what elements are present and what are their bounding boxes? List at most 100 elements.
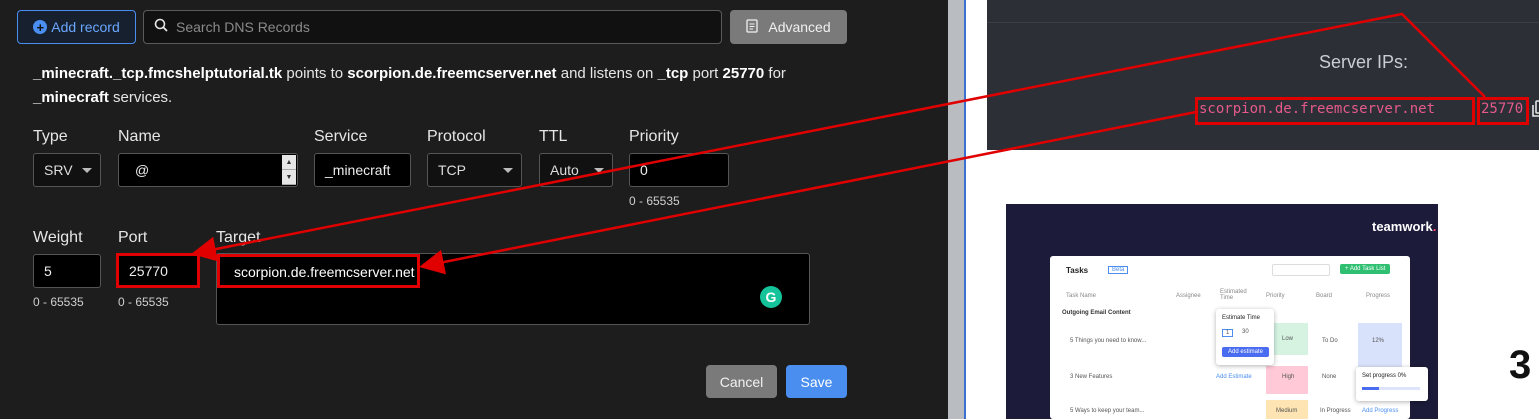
right-panel: Server IPs: scorpion.de.freemcserver.net… <box>966 0 1539 419</box>
copy-icon[interactable] <box>1532 100 1539 118</box>
desc-port: 25770 <box>722 65 765 82</box>
advanced-button[interactable]: Advanced <box>730 10 847 44</box>
add-task-list-button: + Add Task List <box>1340 264 1391 274</box>
col-estimated-time: Estimated Time <box>1220 289 1247 301</box>
desc-record: _minecraft._tcp.fmcshelptutorial.tk <box>33 65 283 82</box>
col-assignee: Assignee <box>1176 293 1201 299</box>
record-description: _minecraft._tcp.fmcshelptutorial.tk poin… <box>33 62 833 110</box>
beta-badge: Beta <box>1108 266 1129 274</box>
desc-target: scorpion.de.freemcserver.net <box>347 65 557 82</box>
estimate-minutes: 30 <box>1242 329 1249 335</box>
row-task: 5 Things you need to know... <box>1070 338 1147 344</box>
col-board: Board <box>1316 293 1333 299</box>
add-record-label: Add record <box>51 19 120 35</box>
plus-circle-icon: + <box>33 20 48 34</box>
progress-slider <box>1362 387 1420 390</box>
save-button[interactable]: Save <box>786 365 847 398</box>
type-select[interactable]: SRV <box>33 153 101 187</box>
server-ips-title: Server IPs: <box>1319 52 1409 72</box>
estimate-hours: 1 <box>1222 329 1234 337</box>
priority-high: High <box>1282 374 1295 380</box>
tasks-card: Tasks Beta + Add Task List Task Name Ass… <box>1050 256 1428 419</box>
weight-value: 5 <box>44 263 52 279</box>
name-value: @ <box>135 162 150 178</box>
estimate-popup: Estimate Time 1 30 Add estimate <box>1216 309 1274 365</box>
desc-text: services. <box>113 89 173 106</box>
ttl-label: TTL <box>539 128 568 145</box>
dns-record-panel: + Add record Advanced _minecraft._tcp.fm… <box>0 0 948 419</box>
grammarly-icon[interactable]: G <box>760 286 782 308</box>
row-board: None <box>1322 374 1337 380</box>
desc-text: port <box>692 65 719 82</box>
chevron-down-icon <box>503 168 513 173</box>
tasks-title: Tasks <box>1066 266 1089 275</box>
add-record-button[interactable]: + Add record <box>17 10 136 44</box>
host-highlight-box <box>1195 97 1475 125</box>
target-label: Target <box>216 229 261 246</box>
protocol-select[interactable]: TCP <box>427 153 522 187</box>
target-highlight-box <box>217 254 420 288</box>
service-value: _minecraft <box>325 162 391 178</box>
priority-hint: 0 - 65535 <box>629 194 680 208</box>
service-label: Service <box>314 128 368 145</box>
priority-medium: Medium <box>1276 408 1298 414</box>
type-label: Type <box>33 128 68 145</box>
window-divider <box>948 0 964 419</box>
search-icon <box>154 18 168 37</box>
row-board: To Do <box>1322 338 1338 344</box>
group-title: Outgoing Email Content <box>1062 310 1131 316</box>
estimate-title: Estimate Time <box>1222 315 1261 321</box>
ttl-value: Auto <box>550 162 579 178</box>
port-highlight-box <box>116 253 200 288</box>
name-label: Name <box>118 128 161 145</box>
spinner-up-icon[interactable]: ▲ <box>282 155 296 170</box>
advanced-label: Advanced <box>768 19 831 35</box>
service-input[interactable]: _minecraft <box>314 153 411 187</box>
priority-label: Priority <box>629 128 679 145</box>
col-progress: Progress <box>1366 293 1391 299</box>
col-priority: Priority <box>1266 293 1285 299</box>
name-input[interactable]: @ ▲ ▼ <box>118 153 298 187</box>
priority-high-cell <box>1266 366 1308 394</box>
step-number: 3 <box>1509 343 1532 387</box>
row-progress: 12% <box>1372 338 1385 344</box>
row-progress: Add Progress <box>1362 408 1399 414</box>
col-task-name: Task Name <box>1066 293 1097 299</box>
weight-label: Weight <box>33 229 83 246</box>
search-box[interactable] <box>143 10 722 44</box>
desc-text: and listens on <box>560 65 654 82</box>
add-estimate-link: Add Estimate <box>1216 374 1252 380</box>
ttl-select[interactable]: Auto <box>539 153 613 187</box>
dns-toolbar: + Add record Advanced <box>17 10 847 44</box>
desc-service: _minecraft <box>33 89 109 106</box>
protocol-value: TCP <box>438 162 466 178</box>
priority-low: Low <box>1282 336 1294 342</box>
add-estimate-button: Add estimate <box>1222 347 1270 357</box>
screenshot-root: + Add record Advanced _minecraft._tcp.fm… <box>0 0 1539 419</box>
progress-popup: Set progress 0% <box>1356 367 1428 401</box>
weight-input[interactable]: 5 <box>33 254 101 288</box>
desc-text: for <box>768 65 786 82</box>
row-task: 3 New Features <box>1070 374 1113 380</box>
spinner-down-icon[interactable]: ▼ <box>282 170 296 185</box>
chevron-down-icon <box>594 168 604 173</box>
protocol-label: Protocol <box>427 128 486 145</box>
document-icon <box>746 18 759 36</box>
cancel-button[interactable]: Cancel <box>706 365 777 398</box>
row-task: 5 Ways to keep your team... <box>1070 408 1145 414</box>
priority-value: 0 <box>640 162 648 178</box>
type-value: SRV <box>44 162 73 178</box>
teamwork-ad[interactable]: teamwork. Tasks Beta + Add Task List Tas… <box>1006 204 1438 419</box>
port-hint: 0 - 65535 <box>118 295 169 309</box>
desc-protocol: _tcp <box>657 65 689 82</box>
name-spinner[interactable]: ▲ ▼ <box>282 155 296 185</box>
priority-input[interactable]: 0 <box>629 153 729 187</box>
row-board: In Progress <box>1320 408 1351 414</box>
chevron-down-icon <box>82 168 92 173</box>
search-input[interactable] <box>176 19 676 35</box>
server-ips-panel: Server IPs: scorpion.de.freemcserver.net… <box>987 0 1539 150</box>
desc-text: points to <box>286 65 344 82</box>
port-highlight-box-right <box>1477 97 1529 125</box>
port-label: Port <box>118 229 148 246</box>
weight-hint: 0 - 65535 <box>33 295 84 309</box>
